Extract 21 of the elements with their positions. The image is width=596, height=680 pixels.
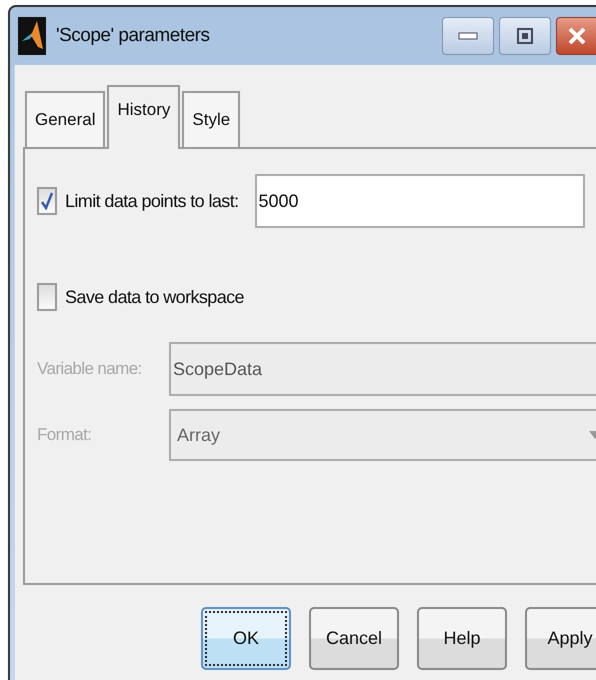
- maximize-button[interactable]: [499, 17, 551, 55]
- close-icon: [567, 26, 587, 46]
- tab[interactable]: General: [25, 91, 106, 147]
- window-title: 'Scope' parameters: [56, 25, 210, 47]
- checkbox-label: Save data to workspace: [65, 286, 244, 308]
- checkbox[interactable]: [37, 283, 57, 311]
- minimize-icon: [458, 32, 478, 40]
- minimize-button[interactable]: [442, 17, 494, 55]
- checkbox-label: Limit data points to last:: [65, 190, 238, 212]
- field-label: Variable name:: [37, 359, 143, 379]
- tab[interactable]: Style: [182, 91, 240, 147]
- dialog-button[interactable]: OK: [201, 607, 291, 670]
- checkbox[interactable]: [37, 187, 57, 215]
- dialog-button[interactable]: Cancel: [309, 607, 399, 670]
- dialog-button[interactable]: Help: [417, 607, 507, 670]
- input-field[interactable]: 5000: [254, 174, 584, 228]
- restore-icon: [517, 28, 533, 44]
- app-logo-icon: [18, 17, 46, 55]
- dialog-button[interactable]: Apply: [525, 607, 596, 670]
- tab[interactable]: History: [107, 85, 180, 149]
- field-label: Format:: [37, 425, 92, 445]
